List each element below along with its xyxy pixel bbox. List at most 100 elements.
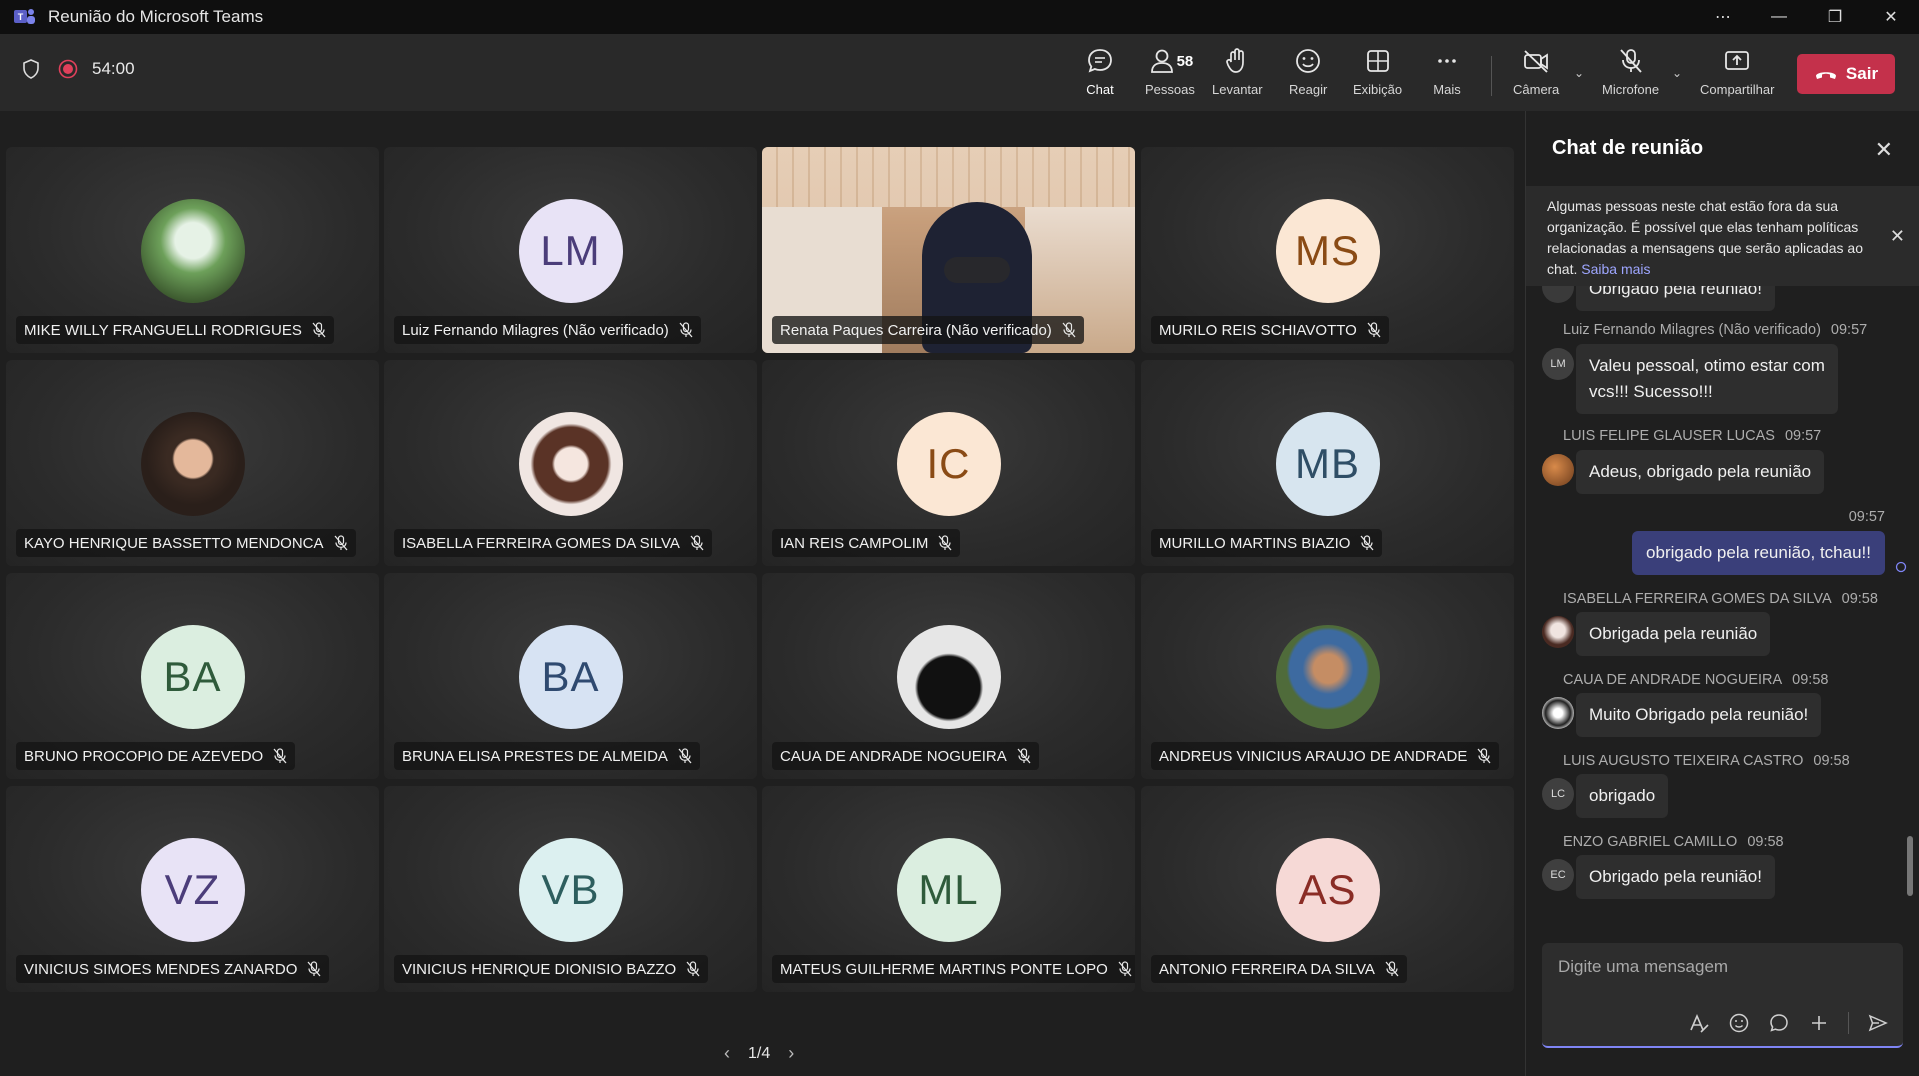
participant-tile[interactable]: MIKE WILLY FRANGUELLI RODRIGUES (6, 147, 379, 353)
participant-name: Luiz Fernando Milagres (Não verificado) (402, 321, 669, 339)
mic-options-chevron-icon[interactable]: ⌄ (1672, 66, 1682, 80)
participant-tile[interactable]: MB MURILLO MARTINS BIAZIO (1141, 360, 1514, 566)
message-bubble: Muito Obrigado pela reunião! (1576, 693, 1822, 737)
dismiss-notice-icon[interactable]: ✕ (1890, 226, 1905, 247)
message-time: 09:58 (1747, 834, 1784, 850)
chat-title: Chat de reunião (1552, 137, 1704, 159)
chat-scrollbar[interactable] (1907, 836, 1913, 896)
chat-button-label: Chat (1086, 82, 1114, 97)
more-icon (1438, 59, 1456, 63)
message-time: 09:58 (1792, 672, 1829, 688)
format-text-icon[interactable] (1688, 1012, 1710, 1034)
restore-icon[interactable]: ❐ (1807, 0, 1863, 34)
compose-box (1542, 943, 1903, 1048)
view-button[interactable]: Exibição (1353, 46, 1402, 104)
participant-name: ANDREUS VINICIUS ARAUJO DE ANDRADE (1159, 747, 1468, 765)
smiley-icon (1296, 49, 1321, 73)
participant-avatar: VZ (140, 838, 245, 942)
shield-icon[interactable] (22, 59, 40, 79)
message-author: ISABELLA FERREIRA GOMES DA SILVA (1563, 591, 1832, 607)
message-input[interactable] (1558, 957, 1878, 977)
message-meta: LUIS AUGUSTO TEIXEIRA CASTRO 09:58 (1563, 753, 1850, 769)
participant-name: VINICIUS HENRIQUE DIONISIO BAZZO (402, 960, 677, 978)
minimize-icon[interactable]: — (1751, 0, 1807, 34)
mic-muted-icon (273, 748, 287, 764)
mic-muted-icon (938, 535, 952, 551)
participant-tile[interactable]: VB VINICIUS HENRIQUE DIONISIO BAZZO (384, 786, 757, 992)
participant-tile[interactable]: BA BRUNA ELISA PRESTES DE ALMEIDA (384, 573, 757, 779)
svg-text:T: T (18, 12, 24, 22)
mic-muted-icon (678, 748, 692, 764)
participant-tile[interactable]: IC IAN REIS CAMPOLIM (762, 360, 1135, 566)
participant-avatar: IC (896, 412, 1001, 516)
raise-hand-label: Levantar (1212, 82, 1263, 97)
message-avatar: LC (1542, 778, 1574, 810)
leave-button[interactable]: Sair (1797, 54, 1895, 94)
next-page-icon[interactable]: › (788, 1043, 794, 1064)
raise-hand-button[interactable]: Levantar (1212, 46, 1263, 104)
participant-tile[interactable]: MS MURILO REIS SCHIAVOTTO (1141, 147, 1514, 353)
pagination: ‹ 1/4 › (724, 1043, 794, 1064)
message-time: 09:57 (1830, 322, 1868, 338)
message-meta: Luiz Fernando Milagres (Não verificado) 0… (1563, 322, 1867, 338)
message-meta: ENZO GABRIEL CAMILLO 09:58 (1563, 834, 1784, 850)
participant-avatar (518, 412, 623, 516)
participant-name-tag: Renata Paques Carreira (Não verificado) (772, 316, 1084, 344)
message-bubble: obrigado (1576, 774, 1669, 818)
close-icon[interactable]: ✕ (1863, 0, 1919, 34)
loop-component-icon[interactable] (1768, 1012, 1790, 1034)
title-bar: T Reunião do Microsoft Teams ⋯ — ❐ ✕ (0, 0, 1919, 34)
message-avatar (1542, 454, 1574, 486)
microphone-button[interactable]: Microfone (1602, 46, 1659, 104)
mic-muted-icon (1062, 322, 1076, 338)
mic-muted-icon (1367, 322, 1381, 338)
participant-tile[interactable]: ANDREUS VINICIUS ARAUJO DE ANDRADE (1141, 573, 1514, 779)
message-meta: CAUA DE ANDRADE NOGUEIRA 09:58 (1563, 672, 1828, 688)
share-label: Compartilhar (1700, 82, 1775, 97)
participant-name: ISABELLA FERREIRA GOMES DA SILVA (402, 534, 680, 552)
my-message-bubble: obrigado pela reunião, tchau!! (1632, 531, 1885, 575)
send-icon[interactable] (1867, 1012, 1889, 1034)
people-button[interactable]: 58 Pessoas (1145, 46, 1195, 104)
participant-tile[interactable]: BA BRUNO PROCOPIO DE AZEVEDO (6, 573, 379, 779)
emoji-icon[interactable] (1728, 1012, 1750, 1034)
previous-page-icon[interactable]: ‹ (724, 1043, 730, 1064)
share-button[interactable]: Compartilhar (1700, 46, 1774, 104)
participant-tile[interactable]: CAUA DE ANDRADE NOGUEIRA (762, 573, 1135, 779)
participant-tile[interactable]: Renata Paques Carreira (Não verificado) (762, 147, 1135, 353)
camera-button[interactable]: Câmera (1513, 46, 1559, 104)
add-attachment-icon[interactable] (1808, 1012, 1830, 1034)
participant-avatar: MB (1275, 412, 1380, 516)
more-options-icon[interactable]: ⋯ (1695, 0, 1751, 34)
mic-muted-icon (690, 535, 704, 551)
camera-options-chevron-icon[interactable]: ⌄ (1574, 66, 1584, 80)
learn-more-link[interactable]: Saiba mais (1581, 261, 1650, 277)
participant-tile[interactable]: ML MATEUS GUILHERME MARTINS PONTE LOPO (762, 786, 1135, 992)
mic-muted-icon (307, 961, 321, 977)
message-avatar: EC (1542, 859, 1574, 891)
participant-name: MURILLO MARTINS BIAZIO (1159, 534, 1351, 552)
teams-logo-icon: T (14, 9, 35, 24)
chat-button[interactable]: Chat (1077, 46, 1123, 118)
recording-icon (58, 59, 78, 79)
external-participants-notice: Algumas pessoas neste chat estão fora da… (1526, 186, 1919, 286)
message-meta: LUIS FELIPE GLAUSER LUCAS 09:57 (1563, 428, 1821, 444)
participant-name-tag: MIKE WILLY FRANGUELLI RODRIGUES (16, 316, 334, 344)
participant-tile[interactable]: VZ VINICIUS SIMOES MENDES ZANARDO (6, 786, 379, 992)
mic-muted-icon (334, 535, 347, 551)
more-button[interactable]: Mais (1432, 46, 1462, 104)
participant-avatar: VB (518, 838, 623, 942)
mic-muted-icon (1360, 535, 1374, 551)
message-time: 09:57 (1784, 428, 1822, 444)
message-bubble: Obrigado pela reunião! (1576, 855, 1775, 899)
participant-tile[interactable]: KAYO HENRIQUE BASSETTO MENDONCA (6, 360, 379, 566)
participant-tile[interactable]: ISABELLA FERREIRA GOMES DA SILVA (384, 360, 757, 566)
close-chat-icon[interactable]: ✕ (1875, 137, 1893, 163)
people-button-label: Pessoas (1145, 82, 1195, 97)
participant-name-tag: CAUA DE ANDRADE NOGUEIRA (772, 742, 1039, 770)
message-time: 09:57 (1848, 509, 1885, 525)
view-label: Exibição (1353, 82, 1403, 97)
participant-tile[interactable]: LM Luiz Fernando Milagres (Não verificado… (384, 147, 757, 353)
react-button[interactable]: Reagir (1289, 46, 1327, 104)
participant-tile[interactable]: AS ANTONIO FERREIRA DA SILVA (1141, 786, 1514, 992)
